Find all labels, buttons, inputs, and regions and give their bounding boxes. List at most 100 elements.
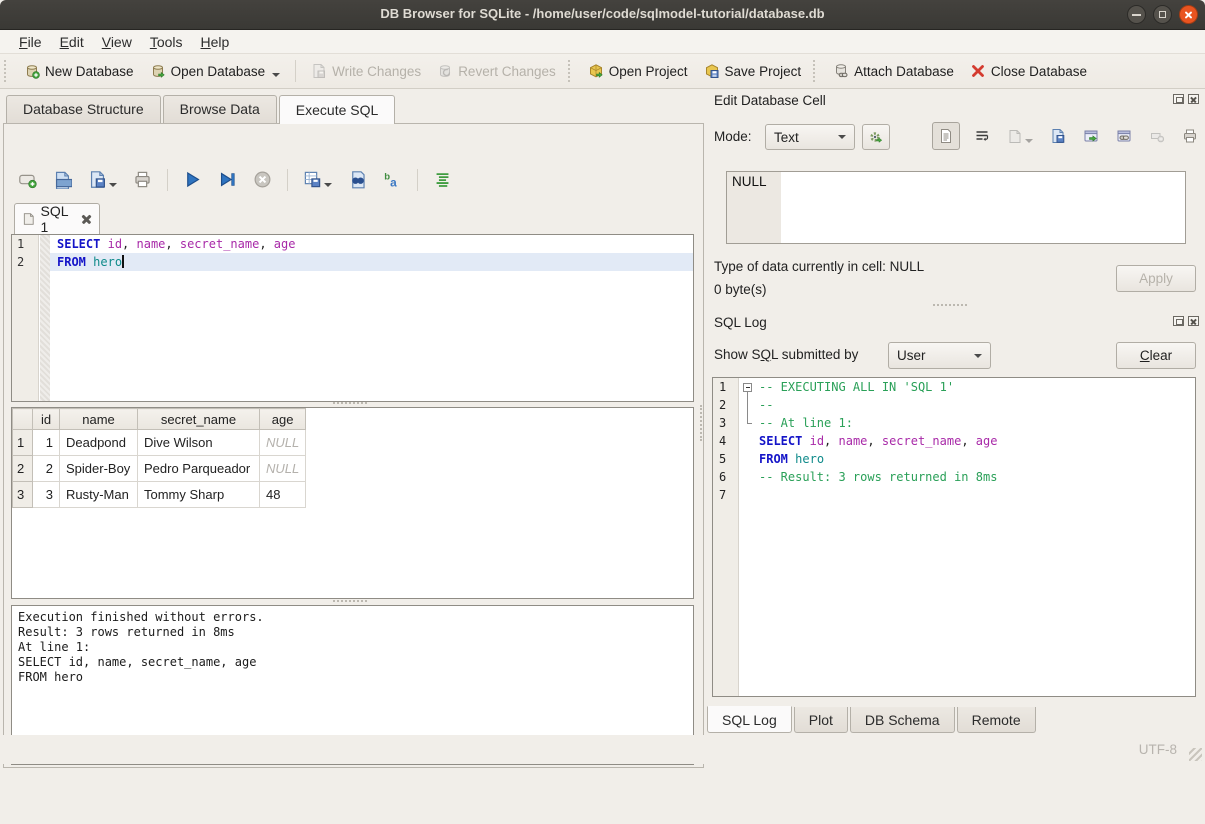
- close-sql-tab-button[interactable]: [81, 214, 91, 225]
- toolbar-drag-handle[interactable]: [568, 60, 574, 82]
- float-panel-icon[interactable]: [1173, 316, 1184, 326]
- dock-tab-remote[interactable]: Remote: [957, 707, 1036, 733]
- save-results-button[interactable]: [300, 167, 335, 192]
- find-button[interactable]: [345, 167, 370, 192]
- dock-tab-plot[interactable]: Plot: [794, 707, 848, 733]
- close-database-button[interactable]: Close Database: [962, 59, 1095, 83]
- menu-tools[interactable]: Tools: [141, 31, 192, 53]
- column-header-id[interactable]: id: [33, 409, 60, 430]
- code-token: SELECT: [57, 237, 100, 251]
- cell-name[interactable]: Rusty-Man: [60, 482, 138, 508]
- cell-id[interactable]: 1: [33, 430, 60, 456]
- apply-settings-button[interactable]: [862, 124, 890, 150]
- maximize-icon: [1159, 11, 1166, 18]
- dock-tab-sql-log[interactable]: SQL Log: [707, 706, 792, 733]
- new-database-label: New Database: [45, 64, 134, 79]
- row-number[interactable]: 2: [13, 456, 33, 482]
- save-results-dropdown-arrow[interactable]: [324, 183, 332, 187]
- open-in-external-button[interactable]: [1080, 125, 1102, 147]
- text-mode-button[interactable]: [932, 122, 960, 150]
- row-number[interactable]: 1: [13, 430, 33, 456]
- code-token: name: [137, 237, 166, 251]
- execute-line-button[interactable]: [215, 167, 240, 192]
- open-external-icon: [1083, 128, 1099, 144]
- new-database-button[interactable]: New Database: [16, 59, 142, 83]
- save-sql-file-button[interactable]: [85, 167, 120, 192]
- cell-age[interactable]: 48: [260, 482, 306, 508]
- cell-id[interactable]: 3: [33, 482, 60, 508]
- tab-database-structure[interactable]: Database Structure: [6, 95, 161, 123]
- resize-grip[interactable]: [1189, 748, 1202, 761]
- column-header-secret-name[interactable]: secret_name: [138, 409, 260, 430]
- format-sql-button[interactable]: [430, 167, 455, 192]
- save-project-button[interactable]: Save Project: [696, 59, 810, 83]
- maximize-button[interactable]: [1153, 5, 1172, 24]
- row-number[interactable]: 3: [13, 482, 33, 508]
- float-panel-icon[interactable]: [1173, 94, 1184, 104]
- mode-select[interactable]: Text: [765, 124, 855, 150]
- cell-age[interactable]: NULL: [260, 430, 306, 456]
- attach-database-button[interactable]: Attach Database: [825, 59, 962, 83]
- chevron-down-icon: [838, 135, 846, 139]
- column-header-age[interactable]: age: [260, 409, 306, 430]
- word-wrap-button[interactable]: [971, 125, 993, 147]
- sql-file-tab[interactable]: SQL 1: [14, 203, 100, 234]
- new-sql-tab-button[interactable]: [15, 167, 40, 192]
- cell-age[interactable]: NULL: [260, 456, 306, 482]
- close-database-label: Close Database: [991, 64, 1087, 79]
- copy-link-button[interactable]: [1113, 125, 1135, 147]
- close-panel-icon[interactable]: [1188, 316, 1199, 326]
- cell-name[interactable]: Deadpond: [60, 430, 138, 456]
- cell-name[interactable]: Spider-Boy: [60, 456, 138, 482]
- menu-help[interactable]: Help: [192, 31, 239, 53]
- save-sql-dropdown-arrow[interactable]: [109, 183, 117, 187]
- log-line: FROM hero: [755, 450, 1195, 468]
- revert-changes-icon: [437, 63, 453, 79]
- tab-execute-sql[interactable]: Execute SQL: [279, 95, 396, 124]
- export-cell-data-button[interactable]: [1047, 125, 1069, 147]
- open-project-button[interactable]: Open Project: [580, 59, 696, 83]
- corner-header[interactable]: [13, 409, 33, 430]
- open-database-button[interactable]: Open Database: [142, 59, 289, 83]
- dock-tab-db-schema[interactable]: DB Schema: [850, 707, 955, 733]
- execute-all-button[interactable]: [180, 167, 205, 192]
- mode-value: Text: [774, 130, 799, 145]
- minimize-button[interactable]: [1127, 5, 1146, 24]
- log-filter-label: Show SQL submitted by: [714, 347, 858, 362]
- cell-editor[interactable]: NULL: [726, 171, 1186, 244]
- code-token: secret_name: [180, 237, 259, 251]
- autocomplete-button[interactable]: b a: [380, 167, 405, 192]
- cell-secret-name[interactable]: Pedro Parqueador: [138, 456, 260, 482]
- panel-splitter[interactable]: [700, 405, 705, 441]
- column-header-name[interactable]: name: [60, 409, 138, 430]
- menu-view[interactable]: View: [93, 31, 141, 53]
- menu-file[interactable]: File: [10, 31, 51, 53]
- toolbar-drag-handle[interactable]: [4, 60, 10, 82]
- menu-edit[interactable]: Edit: [51, 31, 93, 53]
- toolbar-drag-handle[interactable]: [813, 60, 819, 82]
- dock-tab-bar: SQL Log Plot DB Schema Remote: [707, 707, 1038, 733]
- cell-secret-name[interactable]: Dive Wilson: [138, 430, 260, 456]
- line-number: 2: [12, 253, 38, 271]
- fold-marker[interactable]: [743, 383, 752, 392]
- status-line: FROM hero: [18, 670, 687, 685]
- tab-browse-data[interactable]: Browse Data: [163, 95, 277, 123]
- dock-section-splitter[interactable]: [933, 304, 967, 309]
- titlebar[interactable]: DB Browser for SQLite - /home/user/code/…: [0, 0, 1205, 30]
- print-button[interactable]: [130, 167, 155, 192]
- sql-log-output[interactable]: 1 2 3 4 5 6 7 -- EXECUTING ALL IN 'SQL 1…: [712, 377, 1196, 697]
- results-area: id name secret_name age 1 1 Deadpond Div…: [11, 407, 694, 599]
- sql-editor[interactable]: 1 2 SELECT id, name, secret_name, age FR…: [11, 234, 694, 402]
- clear-log-button[interactable]: Clear: [1116, 342, 1196, 369]
- cell-secret-name[interactable]: Tommy Sharp: [138, 482, 260, 508]
- sql-line-2: FROM hero: [50, 253, 693, 271]
- close-panel-icon[interactable]: [1188, 94, 1199, 104]
- print-cell-button[interactable]: [1179, 125, 1201, 147]
- cell-id[interactable]: 2: [33, 456, 60, 482]
- line-number: 7: [713, 486, 738, 504]
- close-button[interactable]: [1179, 5, 1198, 24]
- open-database-dropdown-arrow[interactable]: [272, 73, 280, 77]
- editor-code-area[interactable]: SELECT id, name, secret_name, age FROM h…: [50, 235, 693, 401]
- log-filter-select[interactable]: User: [888, 342, 991, 369]
- open-sql-file-button[interactable]: [50, 167, 75, 192]
